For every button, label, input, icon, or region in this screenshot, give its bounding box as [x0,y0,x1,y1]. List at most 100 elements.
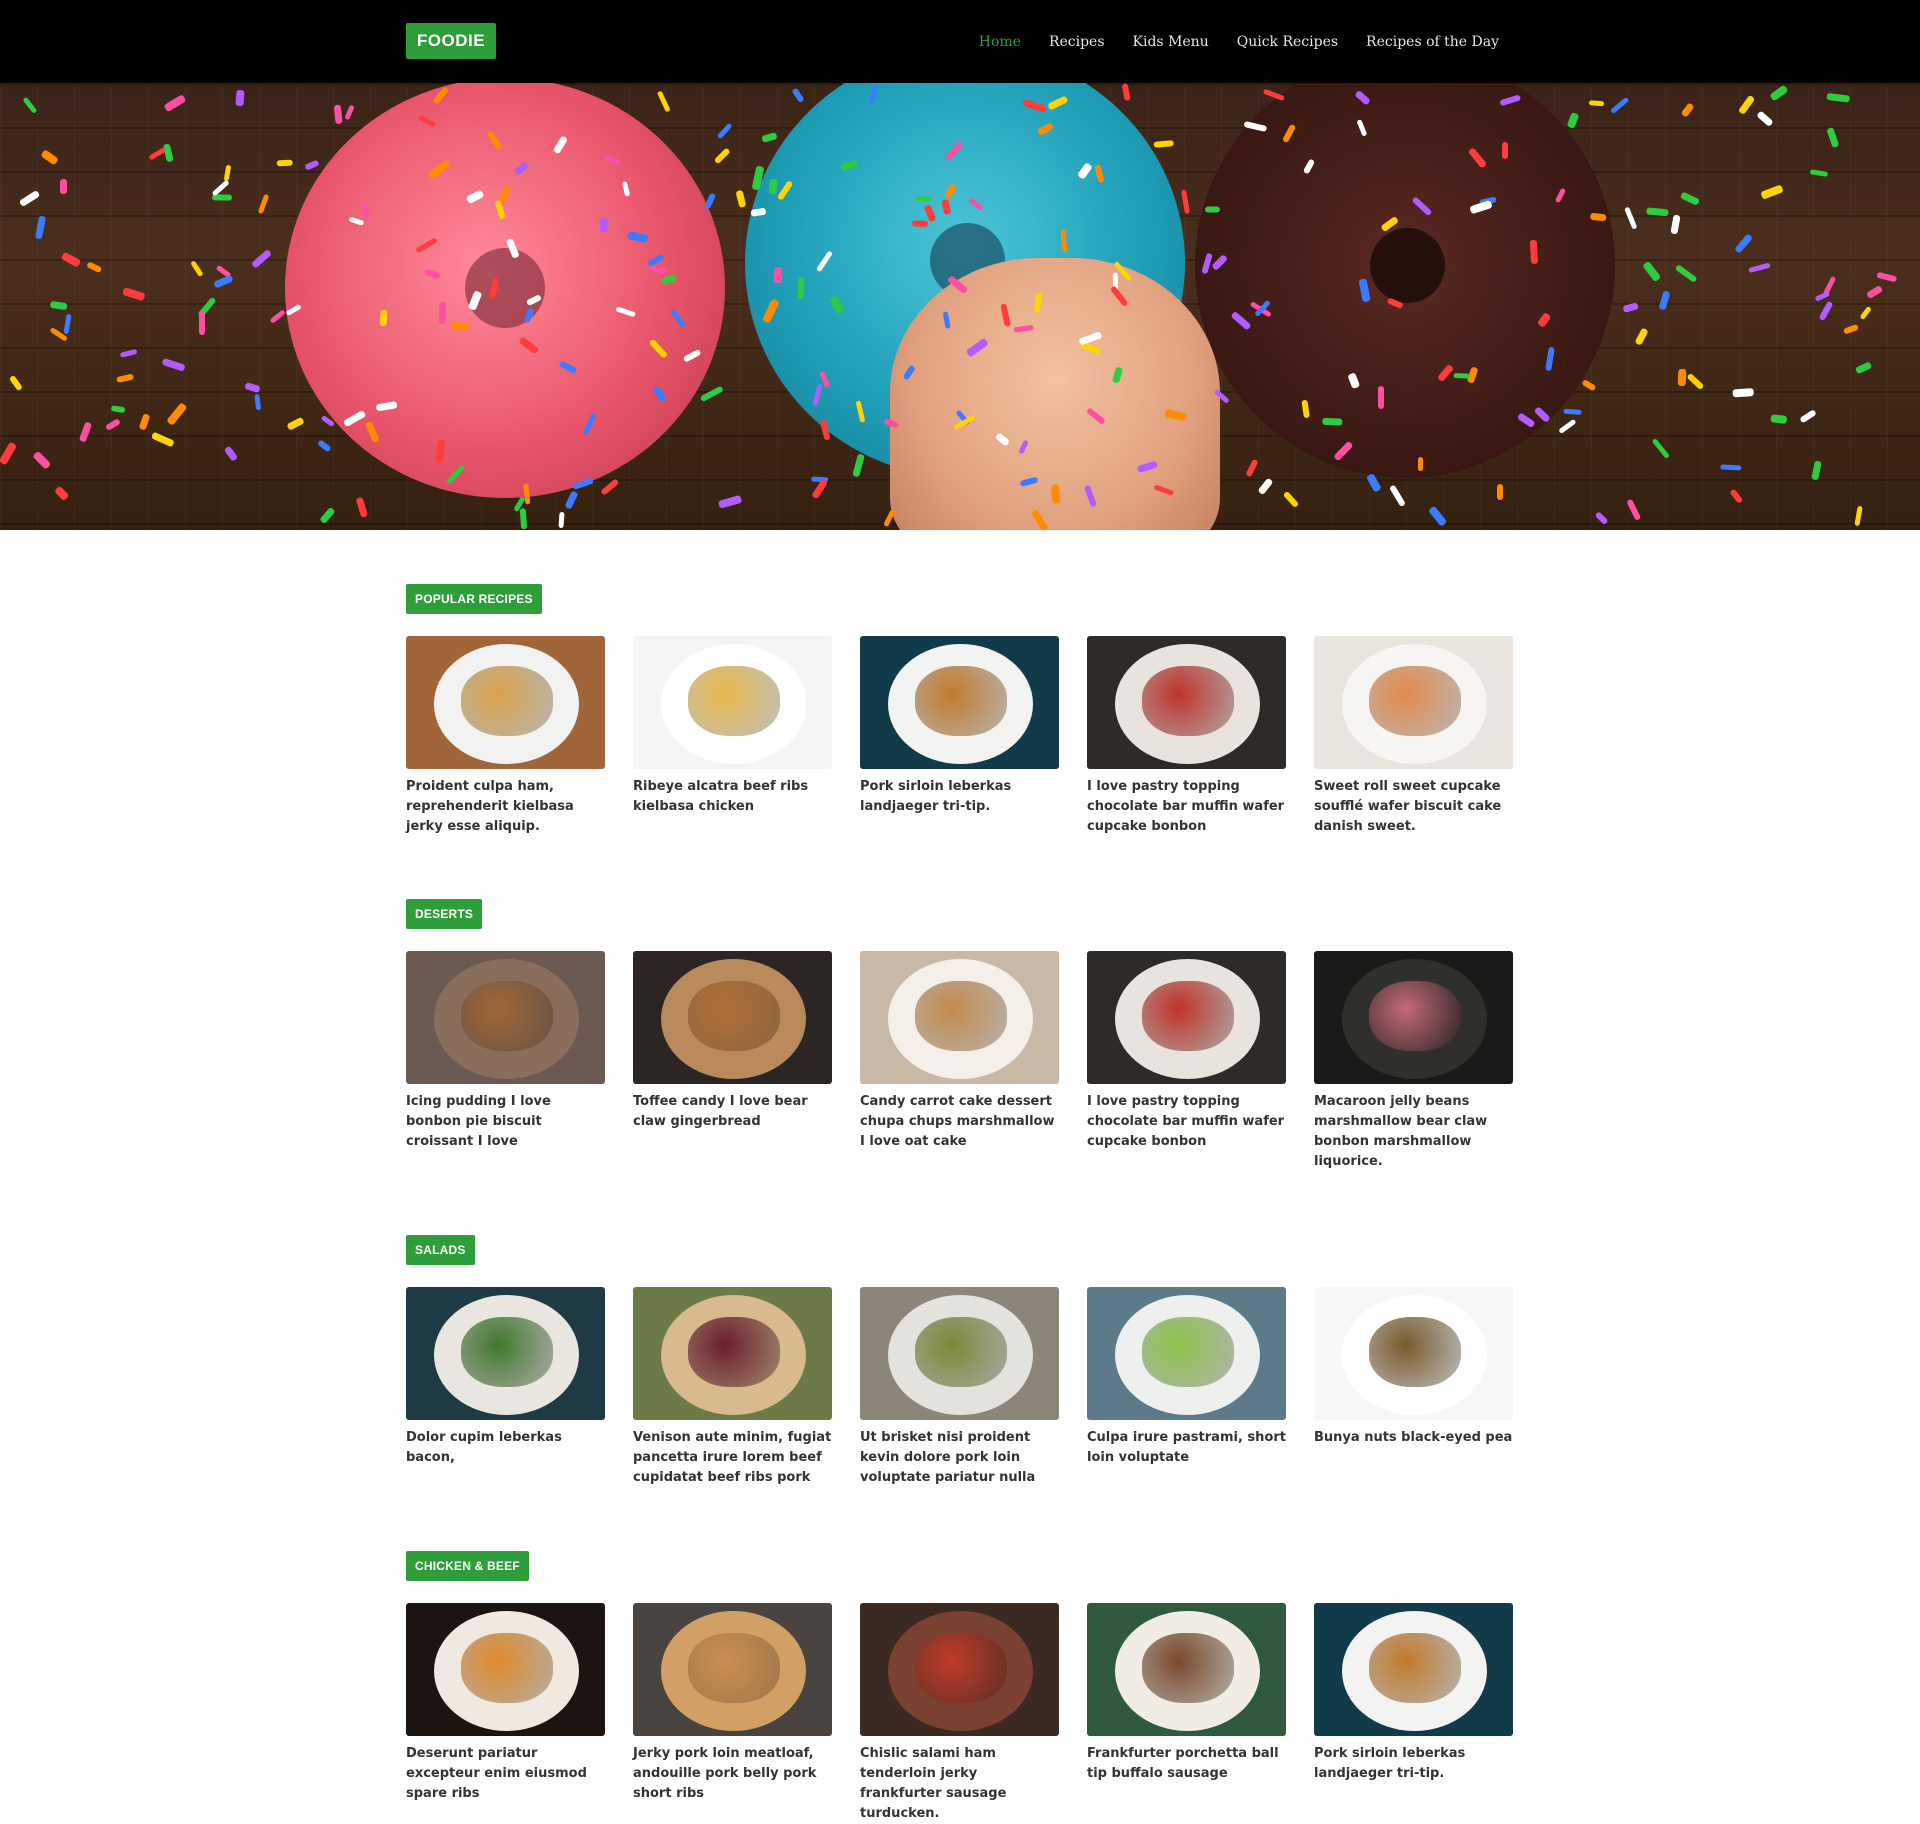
nav-kids-menu[interactable]: Kids Menu [1133,34,1209,50]
recipe-card[interactable]: Venison aute minim, fugiat pancetta irur… [633,1287,832,1488]
food [1142,981,1234,1051]
hero-banner-image [0,83,1920,530]
recipe-title-link[interactable]: Candy carrot cake dessert chupa chups ma… [860,1092,1059,1152]
recipe-title-link[interactable]: Sweet roll sweet cupcake soufflé wafer b… [1314,777,1513,837]
recipe-image[interactable] [1087,951,1286,1084]
food [1369,666,1461,736]
recipe-card[interactable]: Macaroon jelly beans marshmallow bear cl… [1314,951,1513,1172]
recipe-image[interactable] [406,1603,605,1736]
recipe-card[interactable]: Toffee candy I love bear claw gingerbrea… [633,951,832,1172]
recipe-title-link[interactable]: Jerky pork loin meatloaf, andouille pork… [633,1744,832,1804]
recipe-card[interactable]: Ribeye alcatra beef ribs kielbasa chicke… [633,636,832,837]
recipe-title-link[interactable]: Culpa irure pastrami, short loin volupta… [1087,1428,1286,1468]
food [1369,1317,1461,1387]
food [915,1633,1007,1703]
recipe-image[interactable] [1087,636,1286,769]
recipe-section: CHICKEN & BEEF Deserunt pariatur excepteu… [406,1551,1514,1824]
recipe-image[interactable] [633,1603,832,1736]
section-title-badge: CHICKEN & BEEF [406,1551,529,1581]
food [1142,1317,1234,1387]
recipe-title-link[interactable]: Dolor cupim leberkas bacon, [406,1428,605,1468]
recipe-image[interactable] [1087,1603,1286,1736]
recipe-card[interactable]: Chislic salami ham tenderloin jerky fran… [860,1603,1059,1824]
food [688,666,780,736]
nav-home[interactable]: Home [979,34,1021,50]
recipe-card[interactable]: Deserunt pariatur excepteur enim eiusmod… [406,1603,605,1824]
food [915,981,1007,1051]
recipe-image[interactable] [1087,1287,1286,1420]
recipe-title-link[interactable]: Pork sirloin leberkas landjaeger tri-tip… [1314,1744,1513,1784]
recipe-title-link[interactable]: Frankfurter porchetta ball tip buffalo s… [1087,1744,1286,1784]
food [1142,666,1234,736]
recipe-image[interactable] [406,951,605,1084]
recipe-card[interactable]: Culpa irure pastrami, short loin volupta… [1087,1287,1286,1488]
recipe-grid: Dolor cupim leberkas bacon, Venison aute … [406,1287,1514,1488]
recipe-card[interactable]: I love pastry topping chocolate bar muff… [1087,951,1286,1172]
recipe-card[interactable]: Icing pudding I love bonbon pie biscuit … [406,951,605,1172]
food [461,666,553,736]
pink-donut [285,83,725,498]
recipe-grid: Icing pudding I love bonbon pie biscuit … [406,951,1514,1172]
recipe-title-link[interactable]: Macaroon jelly beans marshmallow bear cl… [1314,1092,1513,1172]
food [461,1317,553,1387]
recipe-image[interactable] [1314,951,1513,1084]
recipe-grid: Proident culpa ham, reprehenderit kielba… [406,636,1514,837]
recipe-image[interactable] [633,636,832,769]
section-title-badge: SALADS [406,1235,475,1265]
recipe-image[interactable] [633,1287,832,1420]
site-logo[interactable]: FOODIE [406,23,496,59]
recipe-title-link[interactable]: Ribeye alcatra beef ribs kielbasa chicke… [633,777,832,817]
chocolate-donut [1195,83,1615,478]
recipe-title-link[interactable]: Bunya nuts black-eyed pea [1314,1428,1513,1448]
food [461,1633,553,1703]
food [1369,1633,1461,1703]
food [915,666,1007,736]
recipe-card[interactable]: Pork sirloin leberkas landjaeger tri-tip… [860,636,1059,837]
recipe-image[interactable] [860,1603,1059,1736]
recipe-title-link[interactable]: Venison aute minim, fugiat pancetta irur… [633,1428,832,1488]
recipe-section: SALADS Dolor cupim leberkas bacon, Venison… [406,1235,1514,1488]
food [1369,981,1461,1051]
food [688,981,780,1051]
recipe-card[interactable]: Dolor cupim leberkas bacon, [406,1287,605,1488]
recipe-card[interactable]: Pork sirloin leberkas landjaeger tri-tip… [1314,1603,1513,1824]
recipe-card[interactable]: I love pastry topping chocolate bar muff… [1087,636,1286,837]
recipe-card[interactable]: Ut brisket nisi proident kevin dolore po… [860,1287,1059,1488]
recipe-card[interactable]: Bunya nuts black-eyed pea [1314,1287,1513,1488]
recipe-title-link[interactable]: Chislic salami ham tenderloin jerky fran… [860,1744,1059,1824]
recipe-image[interactable] [1314,1603,1513,1736]
recipe-card[interactable]: Proident culpa ham, reprehenderit kielba… [406,636,605,837]
recipe-title-link[interactable]: Deserunt pariatur excepteur enim eiusmod… [406,1744,605,1804]
recipe-title-link[interactable]: Icing pudding I love bonbon pie biscuit … [406,1092,605,1152]
nav-recipes[interactable]: Recipes [1049,34,1105,50]
main-nav: Home Recipes Kids Menu Quick Recipes Rec… [979,0,1499,83]
recipe-image[interactable] [860,951,1059,1084]
nav-quick-recipes[interactable]: Quick Recipes [1237,34,1338,50]
recipe-title-link[interactable]: I love pastry topping chocolate bar muff… [1087,1092,1286,1152]
recipe-card[interactable]: Jerky pork loin meatloaf, andouille pork… [633,1603,832,1824]
recipe-title-link[interactable]: Toffee candy I love bear claw gingerbrea… [633,1092,832,1132]
recipe-image[interactable] [860,636,1059,769]
recipe-image[interactable] [406,636,605,769]
food [688,1633,780,1703]
recipe-image[interactable] [1314,636,1513,769]
recipe-image[interactable] [633,951,832,1084]
recipe-title-link[interactable]: Ut brisket nisi proident kevin dolore po… [860,1428,1059,1488]
recipe-image[interactable] [1314,1287,1513,1420]
nav-recipes-of-the-day[interactable]: Recipes of the Day [1366,34,1499,50]
section-title-badge: POPULAR RECIPES [406,584,542,614]
recipe-card[interactable]: Frankfurter porchetta ball tip buffalo s… [1087,1603,1286,1824]
recipe-grid: Deserunt pariatur excepteur enim eiusmod… [406,1603,1514,1824]
recipe-title-link[interactable]: Pork sirloin leberkas landjaeger tri-tip… [860,777,1059,817]
recipe-card[interactable]: Sweet roll sweet cupcake soufflé wafer b… [1314,636,1513,837]
recipe-image[interactable] [860,1287,1059,1420]
food [461,981,553,1051]
recipe-card[interactable]: Candy carrot cake dessert chupa chups ma… [860,951,1059,1172]
top-navbar: FOODIE Home Recipes Kids Menu Quick Reci… [0,0,1920,83]
food [1142,1633,1234,1703]
recipe-title-link[interactable]: I love pastry topping chocolate bar muff… [1087,777,1286,837]
recipe-image[interactable] [406,1287,605,1420]
recipe-section: DESERTS Icing pudding I love bonbon pie b… [406,899,1514,1172]
section-title-badge: DESERTS [406,899,483,929]
recipe-title-link[interactable]: Proident culpa ham, reprehenderit kielba… [406,777,605,837]
